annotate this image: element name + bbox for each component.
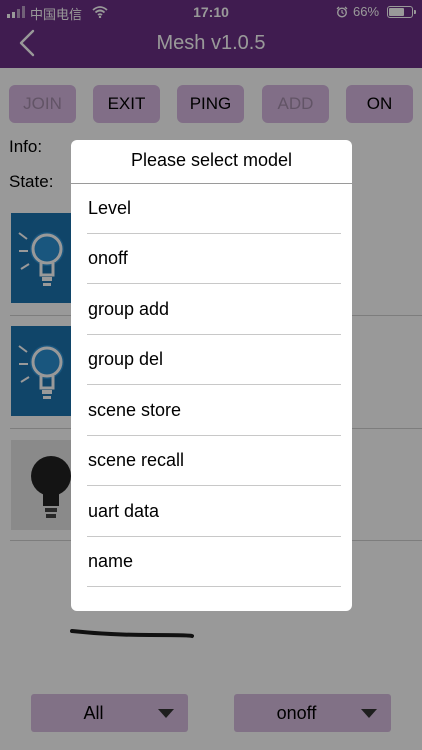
select-model-dialog: Please select model Level onoff group ad… <box>71 140 352 611</box>
annotation-stroke <box>70 629 194 638</box>
option-label: name <box>88 551 134 571</box>
option-group-del[interactable]: group del <box>87 335 341 385</box>
dialog-title: Please select model <box>130 150 293 170</box>
option-label: scene store <box>88 400 182 420</box>
option-divider <box>87 586 341 587</box>
option-level[interactable]: Level <box>87 184 341 234</box>
option-divider <box>87 485 341 486</box>
option-scene-recall[interactable]: scene recall <box>87 436 341 486</box>
option-scene-store[interactable]: scene store <box>87 386 341 436</box>
option-label: onoff <box>88 248 128 268</box>
option-label: group del <box>88 349 164 369</box>
option-uart-data[interactable]: uart data <box>87 487 341 537</box>
option-name[interactable]: name <box>87 537 341 587</box>
option-label: uart data <box>88 501 160 521</box>
option-divider <box>87 283 341 284</box>
option-label: scene recall <box>88 450 185 470</box>
option-onoff[interactable]: onoff <box>87 234 341 284</box>
option-group-add[interactable]: group add <box>87 285 341 335</box>
option-divider <box>87 384 341 385</box>
option-label: Level <box>88 198 132 218</box>
option-label: group add <box>88 299 170 319</box>
